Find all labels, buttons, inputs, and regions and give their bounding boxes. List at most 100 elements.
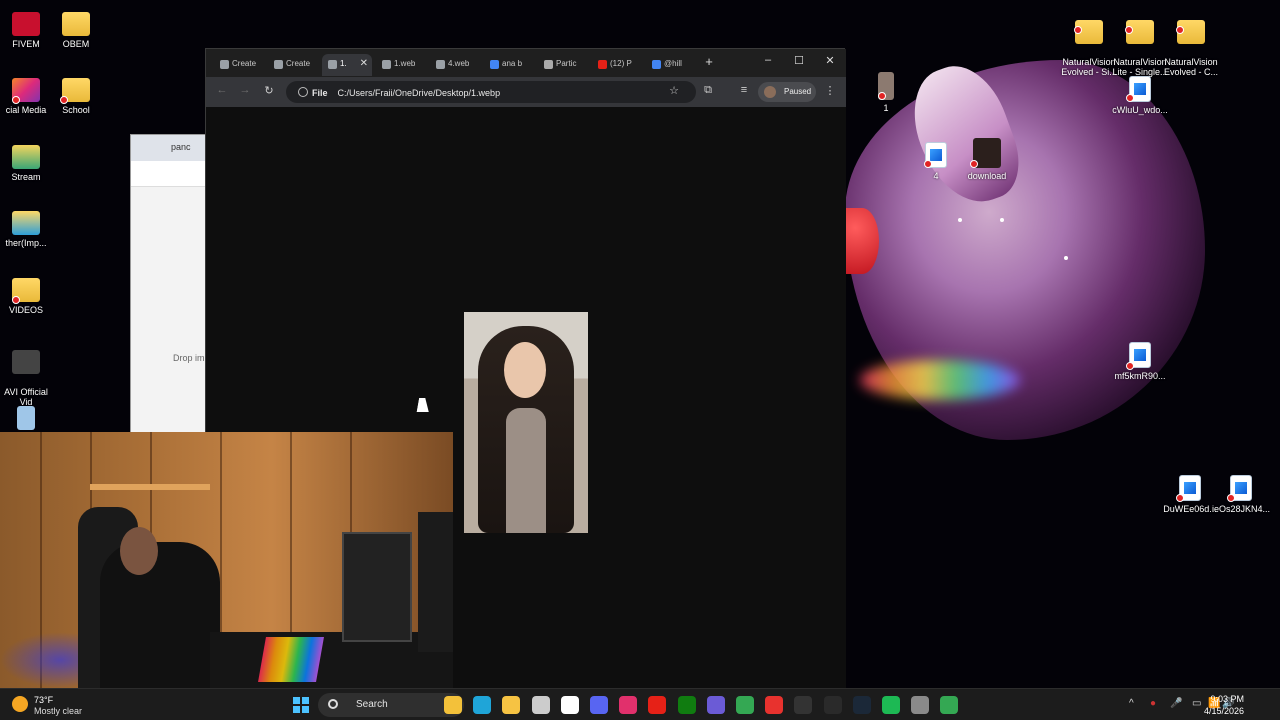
tab-ana[interactable]: ana b bbox=[484, 54, 538, 76]
sync-error-badge-icon bbox=[1227, 494, 1235, 502]
grid-app-icon[interactable] bbox=[707, 696, 725, 714]
bookmark-star-icon[interactable]: ☆ bbox=[666, 84, 682, 97]
desktop-icon-label: 1 bbox=[883, 103, 889, 113]
steam-icon[interactable] bbox=[853, 696, 871, 714]
discord-icon[interactable] bbox=[590, 696, 608, 714]
tab-label: Create bbox=[232, 59, 257, 68]
tab-label: 1. bbox=[340, 59, 347, 68]
desktop-icon-other-imp[interactable]: ther(Imp... bbox=[0, 211, 58, 248]
photo-body bbox=[506, 408, 546, 533]
windows-logo-icon bbox=[302, 706, 309, 713]
desktop-icon-recycle-bin[interactable] bbox=[0, 406, 58, 433]
xbox-icon[interactable] bbox=[678, 696, 696, 714]
menu-kebab-icon[interactable]: ⋮ bbox=[822, 84, 838, 97]
chrome-active-icon[interactable] bbox=[940, 696, 958, 714]
explorer-icon[interactable] bbox=[502, 696, 520, 714]
sync-error-badge-icon bbox=[1126, 362, 1134, 370]
desktop-icon-label: School bbox=[62, 105, 90, 115]
settings-icon[interactable] bbox=[911, 696, 929, 714]
chrome-icon[interactable] bbox=[736, 696, 754, 714]
desktop-icon-ieos28jkn4[interactable]: ieOs28JKN4... bbox=[1209, 475, 1273, 514]
desktop-icon-school[interactable]: School bbox=[44, 78, 108, 115]
media-controls-icon[interactable]: ≡ bbox=[736, 84, 752, 96]
profile-paused-button[interactable]: Paused bbox=[758, 82, 816, 102]
search-icon bbox=[328, 699, 338, 709]
tiktok-icon[interactable] bbox=[561, 696, 579, 714]
tab-youtube[interactable]: (12) P bbox=[592, 54, 646, 76]
tab-label: 4.web bbox=[448, 59, 470, 68]
tab-favicon-icon bbox=[436, 60, 445, 69]
edge-icon[interactable] bbox=[473, 696, 491, 714]
microphone-icon[interactable]: 🎤 bbox=[1170, 698, 1182, 709]
wallpaper-sparkle bbox=[1064, 256, 1068, 260]
spotify-icon[interactable] bbox=[882, 696, 900, 714]
background-window-search-text: panc bbox=[171, 142, 191, 152]
tab-close-icon[interactable]: ✕ bbox=[360, 58, 368, 69]
stream-folder-icon bbox=[12, 145, 40, 169]
background-browser-window[interactable]: panc Drop im bbox=[130, 134, 210, 434]
webcam-overlay bbox=[0, 432, 453, 688]
adobe-icon[interactable] bbox=[765, 696, 783, 714]
desktop-icon-download[interactable]: download bbox=[955, 138, 1019, 181]
tray-app-icon[interactable]: ● bbox=[1150, 698, 1156, 709]
new-tab-button[interactable]: + bbox=[697, 54, 721, 69]
tab-favicon-icon bbox=[274, 60, 283, 69]
youtube-icon[interactable] bbox=[648, 696, 666, 714]
tray-overflow-icon[interactable]: ^ bbox=[1129, 698, 1134, 709]
desktop-icon-1[interactable]: 1 bbox=[854, 72, 918, 113]
desk bbox=[210, 632, 453, 688]
wall-shelf bbox=[90, 484, 210, 490]
display-icon[interactable]: ▭ bbox=[1192, 698, 1201, 709]
start-button[interactable] bbox=[293, 697, 309, 713]
desktop-icon-label: mf5kmR90... bbox=[1114, 371, 1166, 381]
minimize-button[interactable]: – bbox=[756, 54, 780, 66]
desktop-icon-obem[interactable]: OBEM bbox=[44, 12, 108, 49]
wallpaper-sparkle bbox=[958, 218, 962, 222]
desktop-icon-cwluu[interactable]: cWluU_wdo... bbox=[1108, 76, 1172, 115]
maximize-button[interactable]: ☐ bbox=[787, 54, 811, 67]
desktop-icon-label: VIDEOS bbox=[8, 305, 43, 315]
sync-error-badge-icon bbox=[12, 296, 20, 304]
forward-arrow-icon[interactable]: → bbox=[237, 84, 253, 96]
sync-error-badge-icon bbox=[970, 160, 978, 168]
reload-icon[interactable]: ↻ bbox=[261, 84, 277, 97]
fivem-app-icon bbox=[12, 12, 40, 36]
browser-toolbar: ← → ↻ File C:/Users/Fraii/OneDrive/Deskto… bbox=[206, 77, 846, 107]
wallpaper-heart bbox=[845, 208, 879, 274]
desktop-icon-stream[interactable]: Stream bbox=[0, 145, 58, 182]
desktop-icon-mf5kmr90[interactable]: mf5kmR90... bbox=[1108, 342, 1172, 381]
tab-hill[interactable]: @hill bbox=[646, 54, 700, 76]
clock[interactable]: 9:03 PM 4/15/2026 bbox=[1204, 693, 1244, 717]
tab-1-webp[interactable]: 1.web bbox=[376, 54, 430, 76]
google-icon bbox=[652, 60, 661, 69]
desktop-icon-naturalvision-evolved-c[interactable]: NaturalVision Evolved - C... bbox=[1159, 10, 1223, 77]
avatar bbox=[764, 86, 776, 98]
desktop-icon-videos[interactable]: VIDEOS bbox=[0, 278, 58, 315]
desktop-icon-avi-official-vid[interactable]: AVI Official Vid bbox=[0, 340, 58, 407]
folder-icon[interactable] bbox=[444, 696, 462, 714]
tab-favicon-icon bbox=[328, 60, 337, 69]
site-info-icon[interactable] bbox=[298, 87, 308, 97]
address-bar[interactable]: File C:/Users/Fraii/OneDrive/Desktop/1.we… bbox=[286, 81, 696, 103]
extensions-icon[interactable]: ⧉ bbox=[700, 84, 716, 97]
tab-partic[interactable]: Partic bbox=[538, 54, 592, 76]
tab-1-webp-active[interactable]: 1. ✕ bbox=[322, 54, 372, 76]
epic-icon[interactable] bbox=[824, 696, 842, 714]
streamer bbox=[100, 542, 220, 688]
sync-error-badge-icon bbox=[1074, 26, 1082, 34]
tab-create-2[interactable]: Create bbox=[268, 54, 322, 76]
weather-condition: Mostly clear bbox=[34, 706, 83, 716]
sync-error-badge-icon bbox=[12, 96, 20, 104]
callofduty-icon[interactable] bbox=[794, 696, 812, 714]
instagram-icon[interactable] bbox=[619, 696, 637, 714]
back-arrow-icon[interactable]: ← bbox=[214, 84, 230, 96]
chatgpt-icon[interactable] bbox=[532, 696, 550, 714]
desktop-icon-label: Stream bbox=[11, 172, 41, 182]
desktop-icon-label: NaturalVision Evolved - C... bbox=[1163, 57, 1219, 77]
close-window-button[interactable]: ✕ bbox=[818, 54, 842, 67]
tab-label: ana b bbox=[502, 59, 523, 68]
tab-create-1[interactable]: Create bbox=[214, 54, 268, 76]
taskbar-search[interactable]: Search bbox=[318, 693, 464, 717]
tab-4-webp[interactable]: 4.web bbox=[430, 54, 484, 76]
sync-error-badge-icon bbox=[1176, 494, 1184, 502]
